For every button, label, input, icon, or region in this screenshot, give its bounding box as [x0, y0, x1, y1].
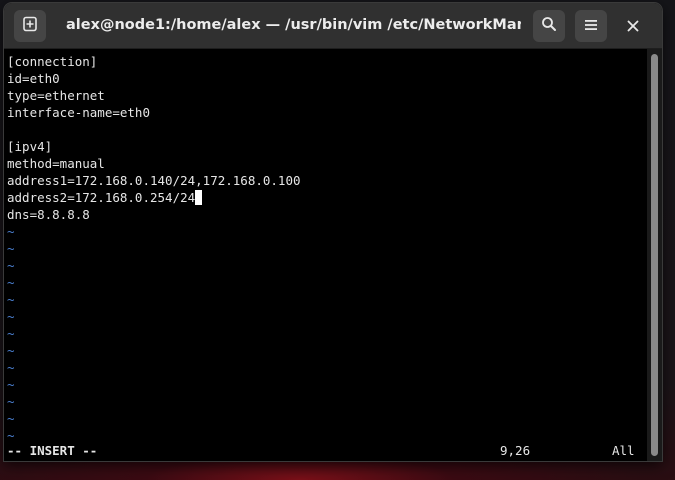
- empty-line-marker: ~: [7, 241, 15, 256]
- close-icon: [627, 17, 639, 36]
- terminal-content[interactable]: [connection] id=eth0 type=ethernet inter…: [4, 49, 647, 461]
- title-bar: alex@node1:/home/alex — /usr/bin/vim /et…: [4, 3, 662, 49]
- editor-line: interface-name=eth0: [7, 105, 150, 120]
- editor-line-with-cursor: address2=172.168.0.254/24: [7, 189, 203, 206]
- close-button[interactable]: [617, 10, 649, 42]
- hamburger-menu-icon: [584, 17, 598, 36]
- empty-line-marker: ~: [7, 258, 15, 273]
- editor-line: [ipv4]: [7, 139, 53, 154]
- new-tab-icon: [22, 16, 38, 36]
- vim-mode-indicator: -- INSERT --: [7, 443, 98, 458]
- empty-line-marker: ~: [7, 394, 15, 409]
- window-title: alex@node1:/home/alex — /usr/bin/vim /et…: [66, 17, 521, 33]
- editor-line: type=ethernet: [7, 88, 105, 103]
- empty-line-marker: ~: [7, 360, 15, 375]
- terminal-window: alex@node1:/home/alex — /usr/bin/vim /et…: [4, 3, 662, 461]
- menu-button[interactable]: [575, 10, 607, 42]
- text-cursor: [195, 190, 203, 205]
- new-tab-button[interactable]: [14, 10, 46, 42]
- search-icon: [541, 16, 557, 36]
- scroll-percent: All: [612, 443, 635, 458]
- scrollbar-thumb[interactable]: [651, 54, 658, 456]
- empty-line-marker: ~: [7, 411, 15, 426]
- empty-line-marker: ~: [7, 275, 15, 290]
- editor-line: address2=172.168.0.254/24: [7, 190, 196, 205]
- empty-line-marker: ~: [7, 343, 15, 358]
- editor-line: dns=8.8.8.8: [7, 207, 90, 222]
- empty-line-marker: ~: [7, 309, 15, 324]
- cursor-position: 9,26: [500, 443, 531, 458]
- search-button[interactable]: [533, 10, 565, 42]
- empty-line-marker: ~: [7, 377, 15, 392]
- scrollbar[interactable]: [647, 49, 662, 461]
- editor-line: [connection]: [7, 54, 98, 69]
- empty-line-marker: ~: [7, 326, 15, 341]
- editor-line: address1=172.168.0.140/24,172.168.0.100: [7, 173, 301, 188]
- editor-line: id=eth0: [7, 71, 60, 86]
- editor-line: method=manual: [7, 156, 105, 171]
- empty-line-marker: ~: [7, 292, 15, 307]
- empty-line-marker: ~: [7, 224, 15, 239]
